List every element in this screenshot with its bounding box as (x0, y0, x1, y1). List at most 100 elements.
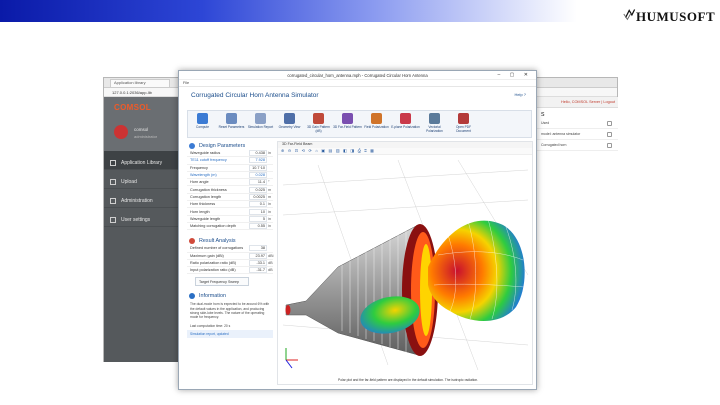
list-item-label: Corrugated horn (541, 143, 567, 147)
ribbon-button-4[interactable]: 3D Gain Pattern (dB) (304, 111, 333, 137)
param-label: Matching corrugation depth (190, 224, 237, 229)
menu-file[interactable]: File (179, 80, 536, 87)
sidebar-item-user-settings[interactable]: User settings (104, 208, 186, 227)
checkbox-icon[interactable] (607, 143, 612, 148)
sidebar-item-upload[interactable]: Upload (104, 170, 186, 189)
ribbon-icon (255, 113, 266, 124)
frequency-sweep-button[interactable]: Target Frequency Sweep (195, 277, 249, 287)
results-icon (189, 238, 195, 245)
param-value-field[interactable]: -31.7 (249, 267, 267, 274)
param-value-field[interactable]: 0.025 (249, 186, 267, 193)
app-title-text: Corrugated Circular Horn Antenna Simulat… (191, 92, 319, 99)
param-label: Waveguide radius (190, 151, 221, 156)
ribbon-button-5[interactable]: 3D Far-Field Pattern (333, 111, 362, 137)
ribbon-icon (458, 113, 469, 124)
feed-port (285, 305, 291, 315)
ribbon-icon (226, 113, 237, 124)
graphics-caption: Polar plot and the far-field pattern are… (338, 378, 479, 382)
param-value-field[interactable]: 7.928 (249, 157, 267, 164)
table-row: Maximum gain (dBi) 23.97 dBi (187, 252, 274, 260)
table-row: Horn angle 11.4 ° (187, 179, 273, 187)
param-value-field[interactable]: 0.1 (249, 201, 267, 208)
param-unit: in (268, 202, 271, 207)
information-header[interactable]: Information (187, 291, 273, 300)
param-label: Frequency (190, 165, 208, 170)
ribbon-icon (429, 113, 440, 124)
ribbon-icon (342, 113, 353, 124)
info-icon (189, 293, 195, 300)
param-label: Maximum gain (dBi) (190, 253, 224, 258)
param-unit: dBi (268, 253, 274, 258)
ribbon-button-2[interactable]: Simulation Report (246, 111, 275, 137)
param-label: TE11 cutoff frequency (190, 158, 227, 163)
param-value-field[interactable]: 0.438 (249, 150, 267, 157)
ribbon-button-label: Compute (196, 125, 209, 129)
param-value-field[interactable]: 10.7·10 (249, 164, 267, 171)
ribbon-button-label: Open PDF Document (455, 125, 472, 133)
main-lobe (428, 220, 525, 321)
sidebar-item-administration[interactable]: Administration (104, 189, 186, 208)
list-item[interactable]: Used (537, 118, 618, 129)
param-unit: in (268, 224, 271, 229)
last-compute-time: Last computation time: 20 s (190, 323, 231, 328)
param-value-field[interactable]: 0.0025 (249, 193, 267, 200)
ribbon-button-label: Vectorial Polarization (426, 125, 443, 133)
param-label: Horn thickness (190, 202, 216, 207)
ribbon-button-7[interactable]: E-plane Polarization (391, 111, 420, 137)
checkbox-icon[interactable] (607, 121, 612, 126)
graphics-toolbar[interactable]: ⊕ ⊖ ⊡ ⟲ ⟳ ⌂ ▣ ▤ ▥ ◧ ◨ ⎙ ⌗ ▦ (278, 148, 532, 155)
sidebar-item-label: User settings (121, 217, 151, 223)
graphics-window[interactable]: 3D Far-Field Beam ⊕ ⊖ ⊡ ⟲ ⟳ ⌂ ▣ ▤ ▥ ◧ ◨ … (277, 141, 533, 385)
ribbon-button-8[interactable]: Vectorial Polarization (420, 111, 449, 137)
help-link[interactable]: Help ? (514, 92, 526, 97)
section-title: Result Analysis (199, 238, 236, 245)
app-title: Corrugated Circular Horn Antenna Simulat… (179, 87, 536, 103)
table-row: Horn thickness 0.1 in (187, 201, 273, 209)
user-icon (110, 217, 116, 223)
table-row: Waveguide length 5 in (187, 215, 273, 223)
sidebar-item-application-library[interactable]: Application Library (104, 151, 186, 170)
ribbon-button-3[interactable]: Geometry View (275, 111, 304, 137)
ribbon-button-9[interactable]: Open PDF Document (449, 111, 478, 137)
browser-tab[interactable]: Application library (110, 79, 170, 87)
ribbon-button-1[interactable]: Reset Parameters (217, 111, 246, 137)
table-row: Ratio polarization ratio (dB) -33.1 dB (187, 260, 273, 268)
checkbox-icon[interactable] (607, 132, 612, 137)
param-value-field[interactable]: 11.4 (249, 179, 267, 186)
list-item[interactable]: Corrugated horn (537, 140, 618, 151)
account-links[interactable]: Hello, COMSOL Server | Logout (537, 97, 618, 108)
ribbon-button-6[interactable]: Field Polarization (362, 111, 391, 137)
table-row: Wavelength (m) 0.028 (187, 172, 273, 180)
param-value-field[interactable]: 38 (249, 245, 267, 252)
user-role: administrator (134, 134, 158, 139)
window-controls[interactable]: – ▢ ✕ (498, 72, 532, 78)
param-value-field[interactable]: 5 (249, 215, 267, 222)
ribbon-button-label: 3D Far-Field Pattern (333, 125, 362, 129)
ribbon-button-0[interactable]: Compute (188, 111, 217, 137)
param-unit: m (268, 187, 272, 192)
list-item[interactable]: model: antenna simulator (537, 129, 618, 140)
wrench-icon (110, 198, 116, 204)
table-row: Frequency 10.7·10 (187, 164, 273, 172)
table-row: TE11 cutoff frequency 7.928 (187, 157, 273, 165)
param-label: Defined number of corrugations (190, 246, 244, 251)
param-value-field[interactable]: 23.97 (249, 252, 267, 259)
design-parameters-header[interactable]: Design Parameters (187, 141, 273, 150)
title-bar-gradient (0, 0, 577, 22)
report-link[interactable]: Simulation report, updated (187, 329, 273, 339)
antenna-3d-plot (282, 159, 529, 371)
ribbon-icon (313, 113, 324, 124)
param-value-field[interactable]: 10 (249, 208, 267, 215)
param-value-field[interactable]: 0.55 (249, 223, 267, 230)
result-analysis-header[interactable]: Result Analysis (187, 236, 273, 245)
window-title: corrugated_circular_horn_antenna.mph - C… (179, 71, 536, 80)
param-label: Waveguide length (190, 216, 221, 221)
param-value-field[interactable]: 0.028 (249, 172, 267, 179)
ribbon-button-label: Reset Parameters (218, 125, 245, 129)
param-label: Corrugation length (190, 194, 222, 199)
param-value-field[interactable]: -33.1 (249, 260, 267, 266)
ribbon-icon (371, 113, 382, 124)
section-title: Design Parameters (199, 143, 246, 149)
table-row: Defined number of corrugations 38 (187, 245, 273, 253)
list-item-label: model: antenna simulator (541, 132, 581, 136)
